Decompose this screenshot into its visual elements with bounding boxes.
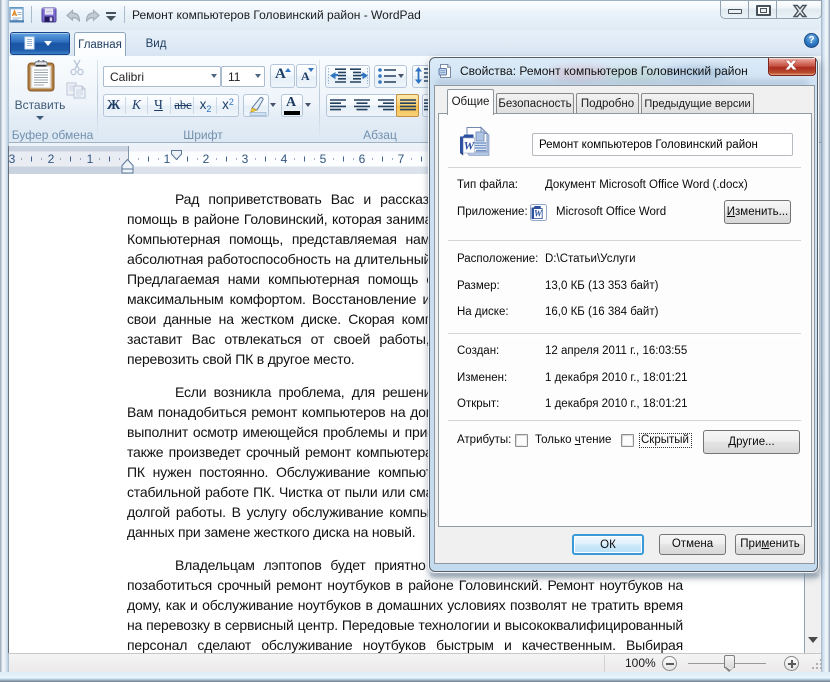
svg-text:5: 5 [320,152,327,166]
svg-text:2: 2 [48,152,55,166]
svg-text:4: 4 [281,152,288,166]
svg-text:3: 3 [9,152,16,166]
svg-text:2: 2 [203,152,210,166]
svg-text:1: 1 [87,152,94,166]
svg-text:7: 7 [398,152,405,166]
svg-text:1: 1 [164,152,171,166]
svg-text:3: 3 [242,152,249,166]
svg-text:W: W [464,139,476,153]
svg-text:W: W [534,209,543,219]
svg-text:6: 6 [359,152,366,166]
